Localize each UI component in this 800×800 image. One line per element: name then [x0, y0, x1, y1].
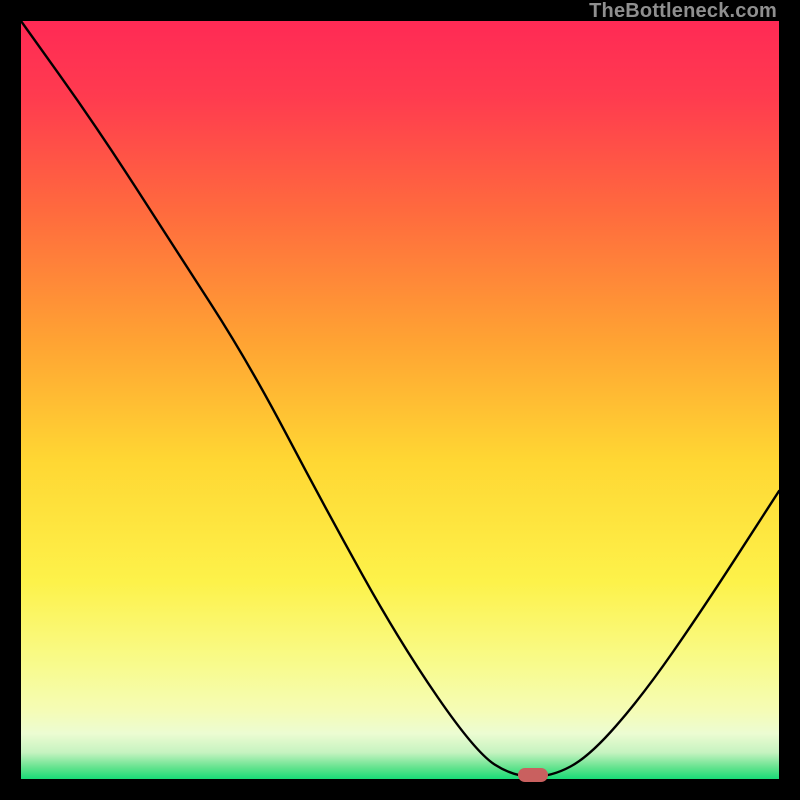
curve-line: [21, 21, 779, 779]
optimum-marker: [518, 768, 548, 782]
chart-frame: [21, 21, 779, 779]
watermark-text: TheBottleneck.com: [589, 0, 777, 23]
